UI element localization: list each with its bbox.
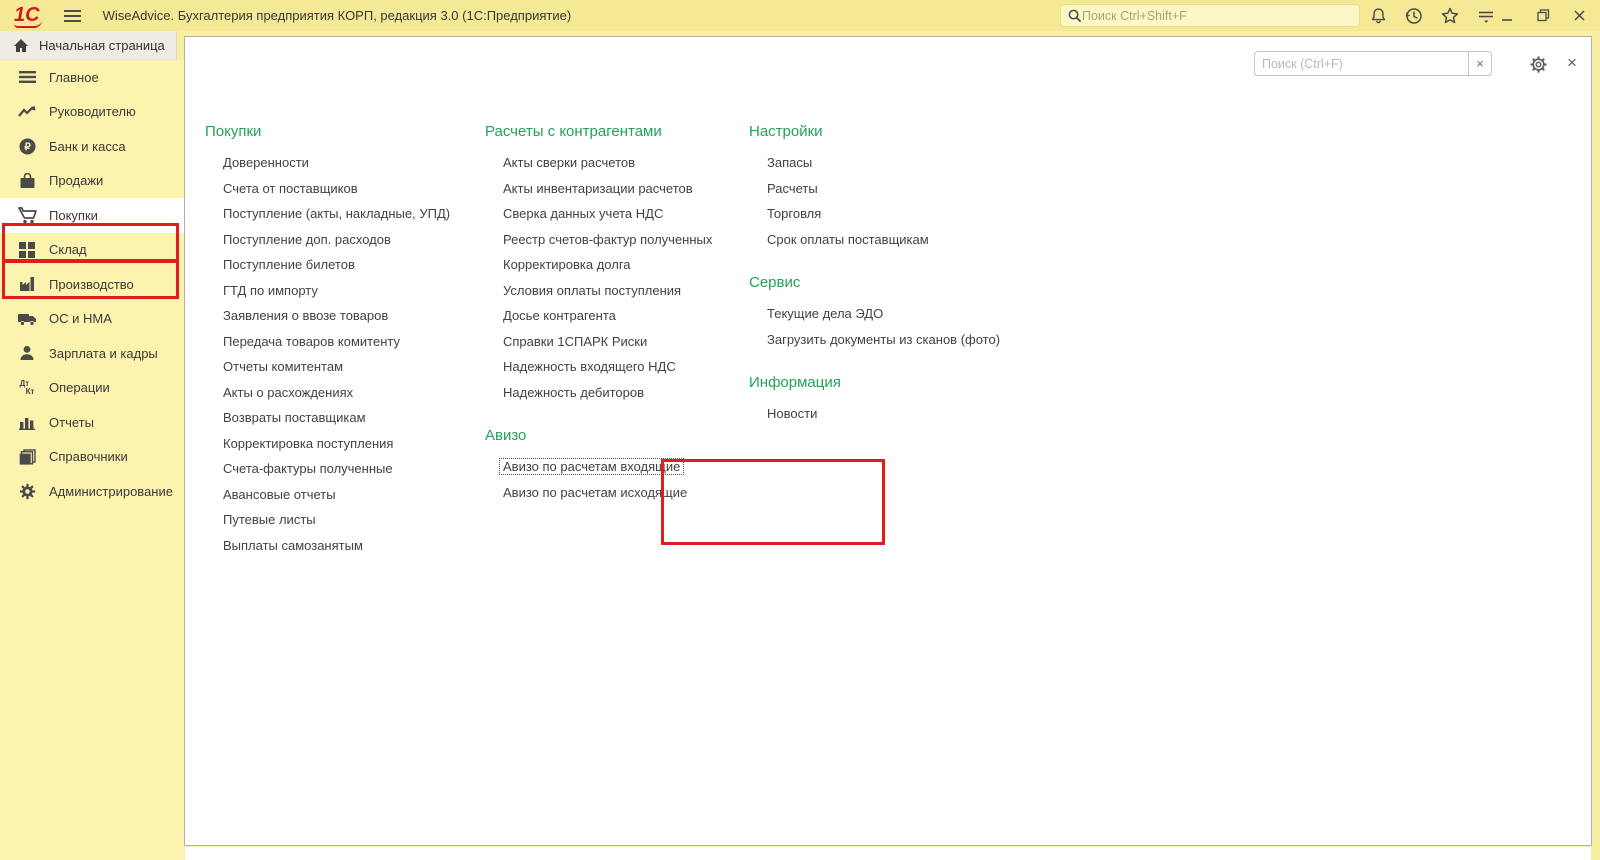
menu-item-avizo-outgoing[interactable]: Авизо по расчетам исходящие bbox=[485, 480, 712, 506]
titlebar-icons bbox=[1366, 0, 1498, 31]
panel-search-input[interactable] bbox=[1254, 51, 1468, 76]
window-controls bbox=[1496, 0, 1590, 31]
menu-item[interactable]: Реестр счетов-фактур полученных bbox=[485, 227, 712, 253]
sidebar-nav: Главное Руководителю ₽ Банк и касса Прод… bbox=[0, 60, 184, 860]
sidebar-item-otchety[interactable]: Отчеты bbox=[0, 405, 184, 440]
sidebar-item-administrirovanie[interactable]: Администрирование bbox=[0, 474, 184, 509]
menu-item[interactable]: Досье контрагента bbox=[485, 303, 712, 329]
1c-logo-icon: 1С bbox=[14, 3, 42, 28]
menu-item[interactable]: Поступление доп. расходов bbox=[205, 227, 450, 253]
menu-item[interactable]: Счета от поставщиков bbox=[205, 176, 450, 202]
menu-item[interactable]: Надежность дебиторов bbox=[485, 380, 712, 406]
cart-icon bbox=[17, 205, 37, 225]
sidebar-item-os-i-nma[interactable]: ОС и НМА bbox=[0, 302, 184, 337]
restore-button[interactable] bbox=[1532, 5, 1554, 27]
barchart-icon bbox=[17, 412, 37, 432]
dtkt-icon: Дт Кт bbox=[19, 378, 35, 396]
favorites-star-icon[interactable] bbox=[1438, 4, 1462, 28]
menu-item[interactable]: Надежность входящего НДС bbox=[485, 354, 712, 380]
section-title-contractors: Расчеты с контрагентами bbox=[485, 123, 662, 140]
menu-item[interactable]: Счета-фактуры полученные bbox=[205, 456, 450, 482]
sidebar-item-pokupki[interactable]: Покупки bbox=[0, 198, 184, 233]
purchases-function-panel: × × Покупки Доверенности Счета от постав… bbox=[184, 36, 1592, 846]
section-title-service: Сервис bbox=[749, 274, 801, 291]
factory-icon bbox=[17, 274, 37, 294]
menu-item[interactable]: Передача товаров комитенту bbox=[205, 329, 450, 355]
section-title-avizo: Авизо bbox=[485, 427, 527, 444]
menu-item[interactable]: Расчеты bbox=[749, 176, 1000, 202]
global-search-box[interactable] bbox=[1060, 4, 1360, 27]
menu-item[interactable]: Запасы bbox=[749, 150, 1000, 176]
section-title-info: Информация bbox=[749, 374, 841, 391]
menu-item[interactable]: Условия оплаты поступления bbox=[485, 278, 712, 304]
menu-item[interactable]: Поступление билетов bbox=[205, 252, 450, 278]
sidebar-item-spravochniki[interactable]: Справочники bbox=[0, 440, 184, 475]
svg-text:₽: ₽ bbox=[24, 142, 31, 153]
menu-item[interactable]: Торговля bbox=[749, 201, 1000, 227]
menu-item[interactable]: Акты о расхождениях bbox=[205, 380, 450, 406]
warehouse-icon bbox=[17, 240, 37, 260]
menu-item[interactable]: Корректировка поступления bbox=[205, 431, 450, 457]
menu-item[interactable]: Сверка данных учета НДС bbox=[485, 201, 712, 227]
menu-item[interactable]: Загрузить документы из сканов (фото) bbox=[749, 327, 1000, 353]
home-icon bbox=[14, 38, 28, 52]
service-menu-icon[interactable] bbox=[1474, 4, 1498, 28]
panel-settings-gear-icon[interactable] bbox=[1527, 53, 1549, 75]
app-title: WiseAdvice. Бухгалтерия предприятия КОРП… bbox=[102, 8, 572, 23]
tab-home-page[interactable]: Начальная страница bbox=[0, 31, 177, 60]
menu-item[interactable]: Заявления о ввозе товаров bbox=[205, 303, 450, 329]
panel-search-box[interactable]: × bbox=[1254, 51, 1492, 76]
menu-item[interactable]: Авансовые отчеты bbox=[205, 482, 450, 508]
briefcase-icon bbox=[17, 171, 37, 191]
truck-icon bbox=[17, 309, 37, 329]
ruble-icon: ₽ bbox=[17, 136, 37, 156]
trend-icon bbox=[17, 102, 37, 122]
menu-item[interactable]: Новости bbox=[749, 401, 1000, 427]
menu-item[interactable]: Выплаты самозанятым bbox=[205, 533, 450, 559]
menu-item[interactable]: Доверенности bbox=[205, 150, 450, 176]
close-window-button[interactable] bbox=[1568, 5, 1590, 27]
gear-icon bbox=[17, 481, 37, 501]
sidebar-item-proizvodstvo[interactable]: Производство bbox=[0, 267, 184, 302]
menu-item[interactable]: Срок оплаты поставщикам bbox=[749, 227, 1000, 253]
menu-item[interactable]: Акты сверки расчетов bbox=[485, 150, 712, 176]
column-settings: Настройки Запасы Расчеты Торговля Срок о… bbox=[749, 121, 1000, 427]
sidebar-item-zarplata-i-kadry[interactable]: Зарплата и кадры bbox=[0, 336, 184, 371]
clear-search-icon[interactable]: × bbox=[1468, 51, 1492, 76]
sidebar-item-bank-i-kassa[interactable]: ₽ Банк и касса bbox=[0, 129, 184, 164]
sidebar-item-sklad[interactable]: Склад bbox=[0, 233, 184, 268]
panel-close-icon[interactable]: × bbox=[1561, 52, 1583, 74]
section-title-purchases: Покупки bbox=[205, 123, 262, 140]
menu-item-avizo-incoming[interactable]: Авизо по расчетам входящие bbox=[485, 454, 712, 480]
sidebar-item-operacii[interactable]: Дт Кт Операции bbox=[0, 371, 184, 406]
person-icon bbox=[17, 343, 37, 363]
menu-item[interactable]: Корректировка долга bbox=[485, 252, 712, 278]
menu-item[interactable]: Путевые листы bbox=[205, 507, 450, 533]
title-bar: 1С WiseAdvice. Бухгалтерия предприятия К… bbox=[0, 0, 1600, 31]
books-icon bbox=[17, 447, 37, 467]
menu-item[interactable]: Текущие дела ЭДО bbox=[749, 301, 1000, 327]
menu-item[interactable]: Акты инвентаризации расчетов bbox=[485, 176, 712, 202]
menu-item[interactable]: Отчеты комитентам bbox=[205, 354, 450, 380]
section-title-settings: Настройки bbox=[749, 123, 823, 140]
menu-item[interactable]: ГТД по импорту bbox=[205, 278, 450, 304]
menu-item[interactable]: Справки 1СПАРК Риски bbox=[485, 329, 712, 355]
search-icon bbox=[1068, 9, 1081, 22]
column-contractors: Расчеты с контрагентами Акты сверки расч… bbox=[485, 121, 712, 505]
minimize-button[interactable] bbox=[1496, 5, 1518, 27]
menu-item[interactable]: Поступление (акты, накладные, УПД) bbox=[205, 201, 450, 227]
menu-item[interactable]: Возвраты поставщикам bbox=[205, 405, 450, 431]
column-purchases: Покупки Доверенности Счета от поставщико… bbox=[205, 121, 450, 558]
history-icon[interactable] bbox=[1402, 4, 1426, 28]
sidebar-item-glavnoe[interactable]: Главное bbox=[0, 60, 184, 95]
main-menu-burger-icon[interactable] bbox=[63, 9, 81, 22]
panel-bottom-strip bbox=[185, 847, 1591, 860]
global-search-input[interactable] bbox=[1082, 8, 1353, 23]
notifications-bell-icon[interactable] bbox=[1366, 4, 1390, 28]
menu-lines-icon bbox=[17, 67, 37, 87]
sidebar-item-prodazhi[interactable]: Продажи bbox=[0, 164, 184, 199]
sidebar-item-rukovoditelyu[interactable]: Руководителю bbox=[0, 95, 184, 130]
tab-home-label: Начальная страница bbox=[39, 37, 165, 53]
